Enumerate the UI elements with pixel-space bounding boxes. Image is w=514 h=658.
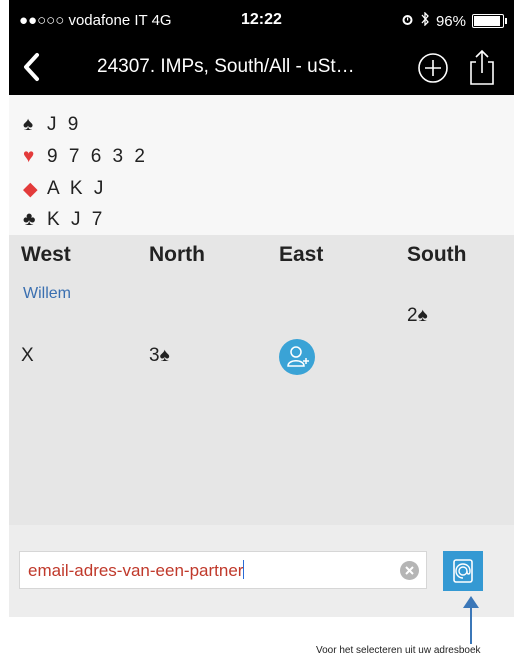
annotation-caption: Voor het selecteren uit uw adresboek	[316, 645, 481, 656]
clear-button[interactable]	[400, 561, 419, 580]
add-partner-button[interactable]	[279, 339, 315, 375]
status-bar: ●●○○○ vodafone IT 4G 12:22 96%	[9, 0, 514, 40]
partner-input-area: email-adres-van-een-partner	[9, 525, 514, 617]
add-button[interactable]	[417, 52, 449, 84]
diamonds-cards: A K J	[47, 178, 107, 199]
address-book-icon	[443, 559, 483, 595]
page-title: 24307. IMPs, South/All - uSt…	[97, 56, 355, 77]
bid-south-1: 2♠	[407, 305, 428, 326]
header-south: South	[407, 243, 467, 266]
spade-icon: ♠	[23, 114, 34, 135]
email-field[interactable]: email-adres-van-een-partner	[19, 551, 427, 589]
hand-row-clubs: ♣ K J 7	[23, 208, 105, 232]
add-circle-icon	[417, 53, 449, 88]
hand-row-spades: ♠ J 9	[23, 113, 81, 137]
hearts-cards: 9 7 6 3 2	[47, 146, 148, 167]
share-button[interactable]	[467, 48, 497, 86]
status-time: 12:22	[241, 11, 282, 28]
battery-icon	[472, 14, 507, 28]
club-icon: ♣	[23, 209, 36, 230]
navigation-bar: 24307. IMPs, South/All - uSt…	[9, 40, 514, 95]
status-right-group: 96%	[401, 11, 507, 30]
bluetooth-icon	[420, 11, 430, 30]
battery-percent: 96%	[435, 12, 466, 30]
text-caret	[243, 560, 245, 579]
hand-panel: ♠ J 9 ♥ 9 7 6 3 2 ◆ A K J ♣ K J 7	[9, 95, 514, 235]
bid-north-2: 3♠	[149, 345, 170, 366]
back-button[interactable]	[17, 50, 47, 84]
clubs-cards: K J 7	[47, 209, 106, 230]
spades-cards: J 9	[47, 114, 82, 135]
hand-row-diamonds: ◆ A K J	[23, 177, 106, 201]
address-book-button[interactable]	[443, 551, 483, 591]
alarm-icon	[401, 13, 414, 30]
email-field-value[interactable]: email-adres-van-een-partner	[28, 560, 245, 581]
share-icon	[467, 49, 497, 90]
annotation-arrow-line	[470, 604, 472, 644]
back-chevron-icon	[17, 53, 47, 88]
header-west: West	[21, 243, 71, 266]
player-name-west[interactable]: Willem	[23, 285, 71, 303]
hand-row-hearts: ♥ 9 7 6 3 2	[23, 145, 148, 169]
heart-icon: ♥	[23, 146, 35, 167]
add-person-icon	[279, 346, 315, 379]
clear-icon	[400, 566, 419, 584]
phone-screen: ●●○○○ vodafone IT 4G 12:22 96% 24307. IM…	[9, 0, 514, 617]
carrier-signal: ●●○○○ vodafone IT 4G	[19, 12, 172, 29]
bidding-table: West North East South Willem 2♠ X 3♠	[9, 235, 514, 525]
diamond-icon: ◆	[23, 178, 38, 200]
header-east: East	[279, 243, 324, 266]
bid-west-2: X	[21, 345, 34, 366]
header-north: North	[149, 243, 205, 266]
